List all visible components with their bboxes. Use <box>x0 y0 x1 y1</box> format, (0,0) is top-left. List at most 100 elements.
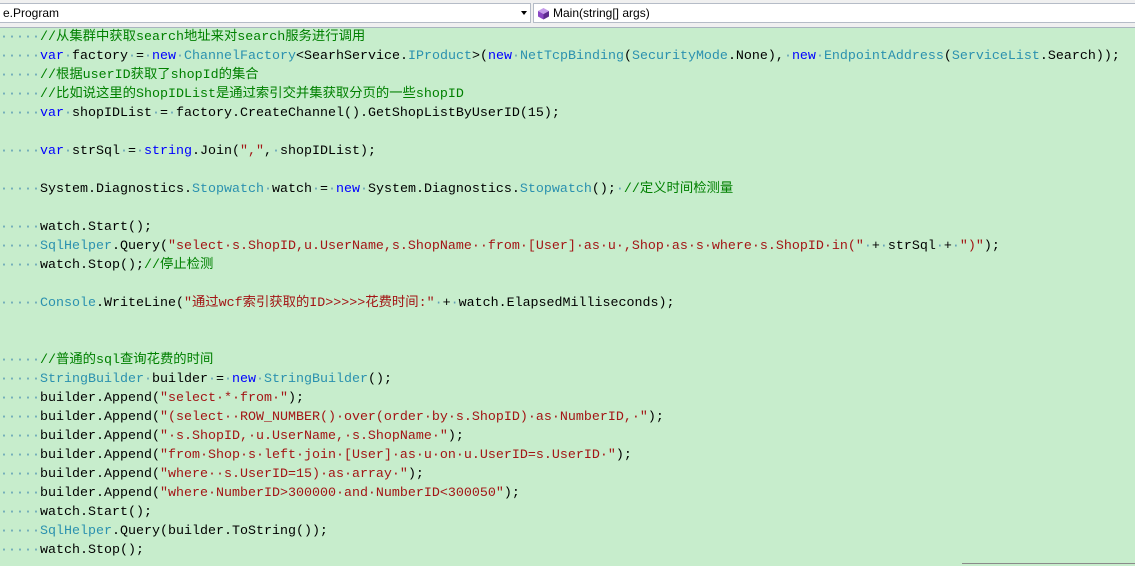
code-text: strSql <box>72 144 120 159</box>
whitespace-marker: · <box>815 49 824 64</box>
code-line[interactable]: ·····SqlHelper.Query(builder.ToString())… <box>0 522 1135 541</box>
whitespace-marker: · <box>511 49 520 64</box>
string-literal: "where·NumberID>300000·and·NumberID<3000… <box>159 486 504 501</box>
code-text: watch <box>271 182 312 197</box>
code-lines[interactable]: ·····//从集群中获取search地址来对search服务进行调用 ·····… <box>0 28 1135 560</box>
code-line[interactable]: ·····System.Diagnostics.Stopwatch·watch·… <box>0 180 1135 199</box>
comment-token: //停止检测 <box>143 258 214 273</box>
code-text: = <box>136 49 144 64</box>
code-line[interactable]: ·····builder.Append("from·Shop·s·left·jo… <box>0 446 1135 465</box>
code-text: strSql <box>887 239 936 254</box>
code-text: ( <box>943 49 952 64</box>
type-token: SecurityMode <box>631 49 728 64</box>
code-text: watch.ElapsedMilliseconds); <box>458 296 675 311</box>
whitespace-marker: · <box>136 144 144 159</box>
code-text: watch.Stop(); <box>40 543 144 558</box>
code-line[interactable]: ·····watch.Stop(); <box>0 541 1135 560</box>
whitespace-marker: ····· <box>0 106 40 121</box>
type-token: ChannelFactory <box>184 49 296 64</box>
whitespace-marker: ····· <box>0 30 40 45</box>
type-token: StringBuilder <box>263 372 368 387</box>
code-text: shopIDList); <box>280 144 376 159</box>
code-line[interactable] <box>0 123 1135 142</box>
type-token: IProduct <box>407 49 472 64</box>
string-literal: ")" <box>959 239 984 254</box>
whitespace-marker: · <box>151 106 160 121</box>
whitespace-marker: ····· <box>0 486 40 501</box>
whitespace-marker: · <box>863 239 872 254</box>
code-line[interactable] <box>0 332 1135 351</box>
code-line[interactable]: ·····StringBuilder·builder·=·new·StringB… <box>0 370 1135 389</box>
whitespace-marker: · <box>263 182 272 197</box>
code-line[interactable]: ·····SqlHelper.Query("select·s.ShopID,u.… <box>0 237 1135 256</box>
code-line[interactable]: ·····watch.Stop();//停止检测 <box>0 256 1135 275</box>
keyword-token: new <box>487 49 512 64</box>
code-line[interactable]: ·····var·shopIDList·=·factory.CreateChan… <box>0 104 1135 123</box>
keyword-token: var <box>40 49 64 64</box>
code-line[interactable]: ·····builder.Append("(select··ROW_NUMBER… <box>0 408 1135 427</box>
code-line[interactable]: ·····builder.Append("where·NumberID>3000… <box>0 484 1135 503</box>
code-line[interactable]: ·····//比如说这里的ShopIDList是通过索引交并集获取分页的一些sh… <box>0 85 1135 104</box>
keyword-token: string <box>144 144 192 159</box>
code-line[interactable]: ·····watch.Start(); <box>0 503 1135 522</box>
code-text: ); <box>983 239 1000 254</box>
whitespace-marker: · <box>120 144 128 159</box>
code-line[interactable]: ·····builder.Append("·s.ShopID,·u.UserNa… <box>0 427 1135 446</box>
whitespace-marker: · <box>64 106 72 121</box>
whitespace-marker: ····· <box>0 144 40 159</box>
code-text: builder.Append( <box>40 467 160 482</box>
whitespace-marker: ····· <box>0 467 40 482</box>
comment-token: //从集群中获取search地址来对search服务进行调用 <box>40 30 366 45</box>
code-text: = <box>319 182 328 197</box>
whitespace-marker: ····· <box>0 296 40 311</box>
code-line[interactable]: ·····var·strSql·=·string.Join(",",·shopI… <box>0 142 1135 161</box>
code-text: factory <box>72 49 128 64</box>
chevron-down-icon[interactable] <box>521 11 527 15</box>
code-line[interactable]: ·····//根据userID获取了shopId的集合 <box>0 66 1135 85</box>
code-editor-window: e.Program Main(string[] args) ·····//从集群… <box>0 0 1135 566</box>
string-literal: "select·*·from·" <box>159 391 288 406</box>
code-line[interactable]: ·····var·factory·=·new·ChannelFactory<Se… <box>0 47 1135 66</box>
code-line[interactable]: ·····watch.Start(); <box>0 218 1135 237</box>
code-text: ); <box>447 429 464 444</box>
code-text: = <box>128 144 136 159</box>
whitespace-marker: · <box>272 144 280 159</box>
code-line[interactable]: ·····//普通的sql查询花费的时间 <box>0 351 1135 370</box>
string-literal: "通过wcf索引获取的ID>>>>>花费时间:" <box>183 296 435 311</box>
whitespace-marker: · <box>64 144 72 159</box>
whitespace-marker: ····· <box>0 68 40 83</box>
whitespace-marker: · <box>176 49 184 64</box>
type-selector-dropdown[interactable]: e.Program <box>0 3 531 23</box>
code-text: .Query(builder.ToString()); <box>111 524 328 539</box>
code-line[interactable]: ·····builder.Append("select·*·from·"); <box>0 389 1135 408</box>
keyword-token: new <box>335 182 360 197</box>
whitespace-marker: · <box>223 372 232 387</box>
code-line[interactable] <box>0 275 1135 294</box>
code-text: .WriteLine( <box>96 296 184 311</box>
code-line[interactable]: ·····builder.Append("where··s.UserID=15)… <box>0 465 1135 484</box>
whitespace-marker: ····· <box>0 220 40 235</box>
member-selector-dropdown[interactable]: Main(string[] args) <box>533 3 1135 23</box>
code-text: ); <box>287 391 304 406</box>
code-text: .None), <box>727 49 784 64</box>
code-line[interactable] <box>0 199 1135 218</box>
code-text: ); <box>407 467 424 482</box>
whitespace-marker: · <box>128 49 136 64</box>
code-line[interactable] <box>0 161 1135 180</box>
code-text: watch.Start(); <box>40 505 152 520</box>
keyword-token: var <box>40 144 64 159</box>
type-token: SqlHelper <box>40 524 112 539</box>
code-text: ); <box>647 410 664 425</box>
code-line[interactable]: ·····//从集群中获取search地址来对search服务进行调用 <box>0 28 1135 47</box>
code-text: (); <box>591 182 616 197</box>
code-text: watch.Start(); <box>40 220 152 235</box>
string-literal: "where··s.UserID=15)·as·array·" <box>159 467 408 482</box>
code-line[interactable]: ·····Console.WriteLine("通过wcf索引获取的ID>>>>… <box>0 294 1135 313</box>
whitespace-marker: · <box>255 372 264 387</box>
whitespace-marker: ····· <box>0 543 40 558</box>
type-token: StringBuilder <box>40 372 144 387</box>
whitespace-marker: · <box>879 239 888 254</box>
code-editor[interactable]: ·····//从集群中获取search地址来对search服务进行调用 ·····… <box>0 28 1135 566</box>
string-literal: "from·Shop·s·left·join·[User]·as·u·on·u.… <box>159 448 616 463</box>
code-line[interactable] <box>0 313 1135 332</box>
